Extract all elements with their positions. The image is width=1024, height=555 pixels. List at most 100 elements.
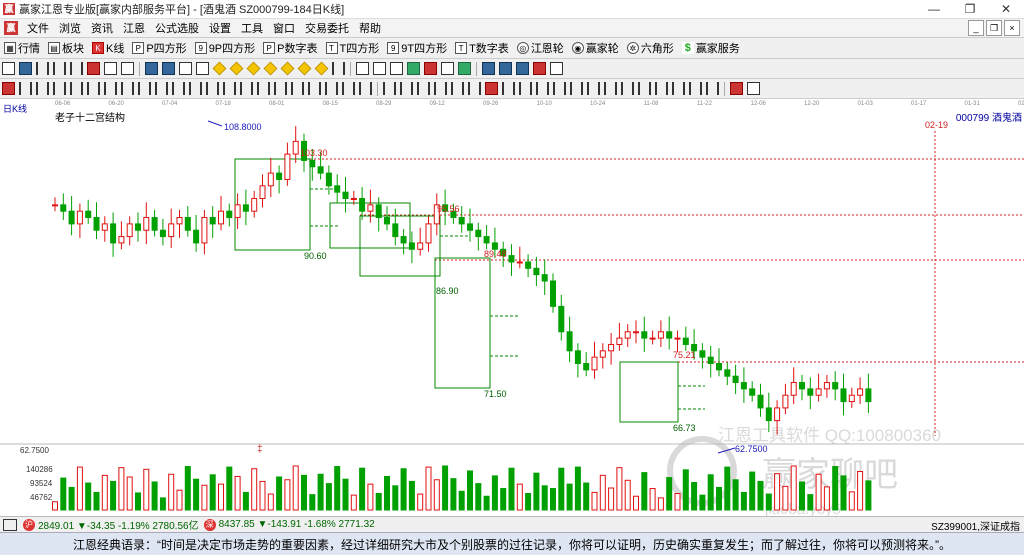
chart-tool-icon[interactable] (87, 62, 100, 75)
layout-tool-icon[interactable] (19, 62, 32, 75)
color-tool-icon[interactable] (730, 82, 743, 95)
hand-tool-icon[interactable] (356, 62, 369, 75)
pointer-tool-icon[interactable] (390, 62, 403, 75)
wave-tool-icon[interactable] (424, 62, 437, 75)
line4-tool-icon[interactable] (70, 82, 83, 95)
line23-tool-icon[interactable] (400, 82, 413, 95)
diamond-tool-icon[interactable] (246, 61, 261, 76)
line25-tool-icon[interactable] (434, 82, 447, 95)
line10-tool-icon[interactable] (172, 82, 185, 95)
9p-square-button[interactable]: 9 9P四方形 (191, 40, 259, 56)
line15-tool-icon[interactable] (257, 82, 270, 95)
dropdown-tool-icon[interactable] (121, 62, 134, 75)
line28-tool-icon[interactable] (502, 82, 515, 95)
p-table-button[interactable]: P P数字表 (259, 40, 321, 56)
line8-tool-icon[interactable] (138, 82, 151, 95)
grid-tool-icon[interactable] (332, 62, 345, 75)
first-icon[interactable] (145, 62, 158, 75)
pen-tool-icon[interactable] (2, 82, 15, 95)
p-square-button[interactable]: P P四方形 (128, 40, 190, 56)
line-tool-icon[interactable] (70, 62, 83, 75)
menu-tools[interactable]: 工具 (236, 20, 268, 36)
kline-button[interactable]: K K线 (88, 40, 128, 56)
menu-formula[interactable]: 公式选股 (150, 20, 204, 36)
line11-tool-icon[interactable] (189, 82, 202, 95)
calc-tool-icon[interactable] (458, 62, 471, 75)
hexagon-button[interactable]: ✲ 六角形 (623, 40, 678, 56)
zoom-tool-icon[interactable] (104, 62, 117, 75)
prev-icon[interactable] (179, 62, 192, 75)
line14-tool-icon[interactable] (240, 82, 253, 95)
gann-wheel-button[interactable]: ◎ 江恩轮 (513, 40, 568, 56)
infinity-tool-icon[interactable] (747, 82, 760, 95)
line34-tool-icon[interactable] (604, 82, 617, 95)
maximize-button[interactable]: ❐ (952, 0, 988, 18)
last-icon[interactable] (162, 62, 175, 75)
mdi-close-button[interactable]: × (1004, 20, 1020, 36)
kline-chart[interactable]: 江恩工具软件 QQ:100800360 赢家聊吧 jiaoba.yoy5 108… (0, 106, 1024, 516)
line7-tool-icon[interactable] (121, 82, 134, 95)
text-tool-icon[interactable] (441, 62, 454, 75)
candle-tool-icon[interactable] (36, 62, 49, 75)
line27-tool-icon[interactable] (468, 82, 481, 95)
menu-trade[interactable]: 交易委托 (300, 20, 354, 36)
line31-tool-icon[interactable] (553, 82, 566, 95)
t-square-button[interactable]: T T四方形 (322, 40, 384, 56)
line37-tool-icon[interactable] (655, 82, 668, 95)
quotes-button[interactable]: ▦ 行情 (0, 40, 44, 56)
print-tool-icon[interactable] (550, 62, 563, 75)
minimize-button[interactable]: — (916, 0, 952, 18)
select-tool-icon[interactable] (2, 62, 15, 75)
window-tool-icon[interactable] (482, 62, 495, 75)
mdi-minimize-button[interactable]: _ (968, 20, 984, 36)
fan-tool-icon[interactable] (407, 62, 420, 75)
line33-tool-icon[interactable] (587, 82, 600, 95)
status-menu-icon[interactable] (3, 518, 17, 531)
diamond-tool-icon[interactable] (263, 61, 278, 76)
diamond-tool-icon[interactable] (229, 61, 244, 76)
menu-window[interactable]: 窗口 (268, 20, 300, 36)
diamond-tool-icon[interactable] (212, 61, 227, 76)
line39-tool-icon[interactable] (689, 82, 702, 95)
line9-tool-icon[interactable] (155, 82, 168, 95)
line30-tool-icon[interactable] (536, 82, 549, 95)
winner-service-button[interactable]: $ 赢家服务 (678, 40, 744, 56)
sectors-button[interactable]: ▤ 板块 (44, 40, 88, 56)
line3-tool-icon[interactable] (53, 82, 66, 95)
mdi-restore-button[interactable]: ❐ (986, 20, 1002, 36)
line16-tool-icon[interactable] (274, 82, 287, 95)
line1-tool-icon[interactable] (19, 82, 32, 95)
cross-tool-icon[interactable] (373, 62, 386, 75)
t-table-button[interactable]: T T数字表 (451, 40, 513, 56)
menu-news[interactable]: 资讯 (86, 20, 118, 36)
line22-tool-icon[interactable] (383, 82, 396, 95)
line21-tool-icon[interactable] (359, 82, 372, 95)
line2-tool-icon[interactable] (36, 82, 49, 95)
sz-index-quote[interactable]: 8437.85 ▼-143.91 -1.68% 2771.32 (219, 519, 375, 530)
close-button[interactable]: ✕ (988, 0, 1024, 18)
line40-tool-icon[interactable] (706, 82, 719, 95)
percent-tool-icon[interactable] (485, 82, 498, 95)
line13-tool-icon[interactable] (223, 82, 236, 95)
line36-tool-icon[interactable] (638, 82, 651, 95)
next-icon[interactable] (196, 62, 209, 75)
menu-browse[interactable]: 浏览 (54, 20, 86, 36)
diamond-tool-icon[interactable] (297, 61, 312, 76)
line29-tool-icon[interactable] (519, 82, 532, 95)
9t-square-button[interactable]: 9 9T四方形 (383, 40, 451, 56)
line18-tool-icon[interactable] (308, 82, 321, 95)
line32-tool-icon[interactable] (570, 82, 583, 95)
list-tool-icon[interactable] (516, 62, 529, 75)
diamond-tool-icon[interactable] (280, 61, 295, 76)
menu-settings[interactable]: 设置 (204, 20, 236, 36)
line24-tool-icon[interactable] (417, 82, 430, 95)
menu-help[interactable]: 帮助 (354, 20, 386, 36)
status-right-index[interactable]: SZ399001,深证成指 (931, 518, 1020, 533)
save-tool-icon[interactable] (499, 62, 512, 75)
line5-tool-icon[interactable] (87, 82, 100, 95)
sh-index-quote[interactable]: 2849.01 ▼-34.35 -1.19% 2780.56亿 (38, 517, 199, 532)
menu-file[interactable]: 文件 (22, 20, 54, 36)
line35-tool-icon[interactable] (621, 82, 634, 95)
line19-tool-icon[interactable] (325, 82, 338, 95)
diamond-tool-icon[interactable] (314, 61, 329, 76)
